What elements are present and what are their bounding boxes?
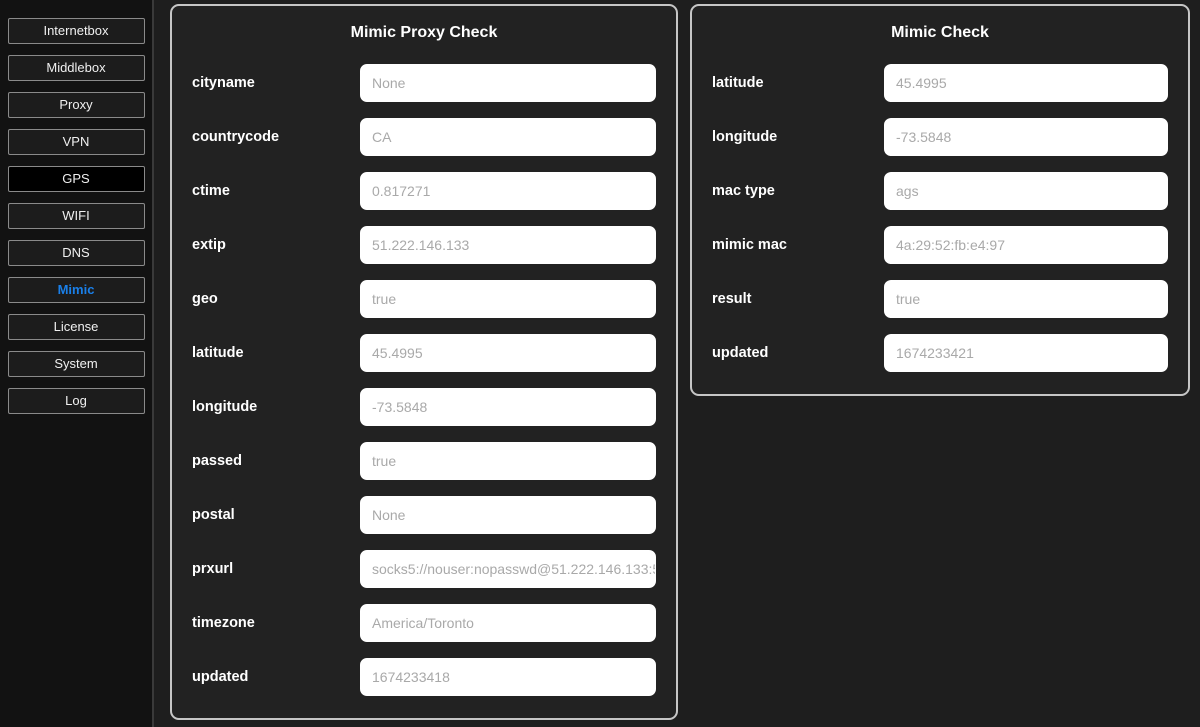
mimic-proxy-check-row-geo: geo true — [192, 272, 656, 326]
mimic-check-panel: Mimic Check latitude 45.4995 longitude -73.… — [690, 4, 1190, 396]
mimic-proxy-check-row-prxurl: prxurl socks5://nouser:nopasswd@51.222.14… — [192, 542, 656, 596]
mimic-check-input-mimic-mac[interactable]: 4a:29:52:fb:e4:97 — [884, 226, 1168, 264]
mimic-proxy-check-input-latitude[interactable]: 45.4995 — [360, 334, 656, 372]
mimic-proxy-check-input-extip[interactable]: 51.222.146.133 — [360, 226, 656, 264]
mimic-check-input-result[interactable]: true — [884, 280, 1168, 318]
sidebar-item-internetbox[interactable]: Internetbox — [7, 18, 145, 44]
mimic-proxy-check-input-ctime[interactable]: 0.817271 — [360, 172, 656, 210]
sidebar: Internetbox Middlebox Proxy VPN GPS WIFI DNS Mi… — [0, 0, 154, 727]
mimic-proxy-check-input-passed[interactable]: true — [360, 442, 656, 480]
mimic-check-row-mac-type: mac type ags — [712, 164, 1168, 218]
mimic-proxy-check-row-updated: updated 1674233418 — [192, 650, 656, 704]
mimic-proxy-check-label-latitude: latitude — [192, 345, 244, 361]
mimic-proxy-check-input-postal[interactable]: None — [360, 496, 656, 534]
mimic-check-field-list: latitude 45.4995 longitude -73.5848 mac type… — [692, 56, 1188, 380]
mimic-proxy-check-row-countrycode: countrycode CA — [192, 110, 656, 164]
mimic-check-label-updated: updated — [712, 345, 769, 361]
sidebar-item-list: Internetbox Middlebox Proxy VPN GPS WIFI DNS Mi… — [0, 18, 152, 414]
sidebar-item-dns[interactable]: DNS — [7, 240, 145, 266]
mimic-proxy-check-row-passed: passed true — [192, 434, 656, 488]
app-window: Internetbox Middlebox Proxy VPN GPS WIFI DNS Mi… — [0, 0, 1200, 727]
mimic-proxy-check-input-cityname[interactable]: None — [360, 64, 656, 102]
mimic-check-label-mimic-mac: mimic mac — [712, 237, 787, 253]
mimic-proxy-check-input-longitude[interactable]: -73.5848 — [360, 388, 656, 426]
mimic-proxy-check-title: Mimic Proxy Check — [350, 24, 498, 41]
mimic-proxy-check-label-longitude: longitude — [192, 399, 258, 415]
mimic-proxy-check-label-timezone: timezone — [192, 615, 255, 631]
mimic-check-label-result: result — [712, 291, 752, 307]
mimic-proxy-check-row-extip: extip 51.222.146.133 — [192, 218, 656, 272]
mimic-proxy-check-label-prxurl: prxurl — [192, 561, 234, 577]
mimic-proxy-check-label-postal: postal — [192, 507, 235, 523]
mimic-proxy-check-label-passed: passed — [192, 453, 242, 469]
mimic-proxy-check-row-cityname: cityname None — [192, 56, 656, 110]
mimic-proxy-check-label-ctime: ctime — [192, 183, 230, 199]
sidebar-item-license[interactable]: License — [7, 314, 145, 340]
sidebar-item-gps[interactable]: GPS — [7, 166, 145, 192]
mimic-check-title: Mimic Check — [891, 24, 989, 41]
mimic-check-input-mac-type[interactable]: ags — [884, 172, 1168, 210]
mimic-proxy-check-row-postal: postal None — [192, 488, 656, 542]
mimic-proxy-check-row-longitude: longitude -73.5848 — [192, 380, 656, 434]
mimic-check-row-result: result true — [712, 272, 1168, 326]
mimic-check-row-mimic-mac: mimic mac 4a:29:52:fb:e4:97 — [712, 218, 1168, 272]
mimic-proxy-check-row-timezone: timezone America/Toronto — [192, 596, 656, 650]
sidebar-item-vpn[interactable]: VPN — [7, 129, 145, 155]
mimic-proxy-check-label-updated: updated — [192, 669, 249, 685]
mimic-proxy-check-input-timezone[interactable]: America/Toronto — [360, 604, 656, 642]
sidebar-item-mimic[interactable]: Mimic — [7, 277, 145, 303]
mimic-proxy-check-label-geo: geo — [192, 291, 218, 307]
mimic-check-label-longitude: longitude — [712, 129, 778, 145]
mimic-proxy-check-input-prxurl[interactable]: socks5://nouser:nopasswd@51.222.146.133:… — [360, 550, 656, 588]
mimic-check-input-latitude[interactable]: 45.4995 — [884, 64, 1168, 102]
mimic-proxy-check-row-latitude: latitude 45.4995 — [192, 326, 656, 380]
mimic-check-row-latitude: latitude 45.4995 — [712, 56, 1168, 110]
mimic-proxy-check-label-countrycode: countrycode — [192, 129, 280, 145]
sidebar-item-proxy[interactable]: Proxy — [7, 92, 145, 118]
mimic-proxy-check-label-cityname: cityname — [192, 75, 255, 91]
mimic-check-row-updated: updated 1674233421 — [712, 326, 1168, 380]
mimic-proxy-check-field-list: cityname None countrycode CA ctime 0.817271 ex… — [172, 56, 676, 704]
mimic-check-row-longitude: longitude -73.5848 — [712, 110, 1168, 164]
mimic-check-input-updated[interactable]: 1674233421 — [884, 334, 1168, 372]
mimic-proxy-check-input-geo[interactable]: true — [360, 280, 656, 318]
mimic-proxy-check-panel: Mimic Proxy Check cityname None countrycod… — [170, 4, 678, 720]
sidebar-item-middlebox[interactable]: Middlebox — [7, 55, 145, 81]
mimic-check-label-latitude: latitude — [712, 75, 764, 91]
mimic-proxy-check-label-extip: extip — [192, 237, 226, 253]
mimic-check-input-longitude[interactable]: -73.5848 — [884, 118, 1168, 156]
sidebar-item-log[interactable]: Log — [7, 388, 145, 414]
mimic-proxy-check-input-countrycode[interactable]: CA — [360, 118, 656, 156]
mimic-proxy-check-row-ctime: ctime 0.817271 — [192, 164, 656, 218]
mimic-proxy-check-input-updated[interactable]: 1674233418 — [360, 658, 656, 696]
mimic-check-label-mac-type: mac type — [712, 183, 775, 199]
sidebar-item-system[interactable]: System — [7, 351, 145, 377]
sidebar-item-wifi[interactable]: WIFI — [7, 203, 145, 229]
